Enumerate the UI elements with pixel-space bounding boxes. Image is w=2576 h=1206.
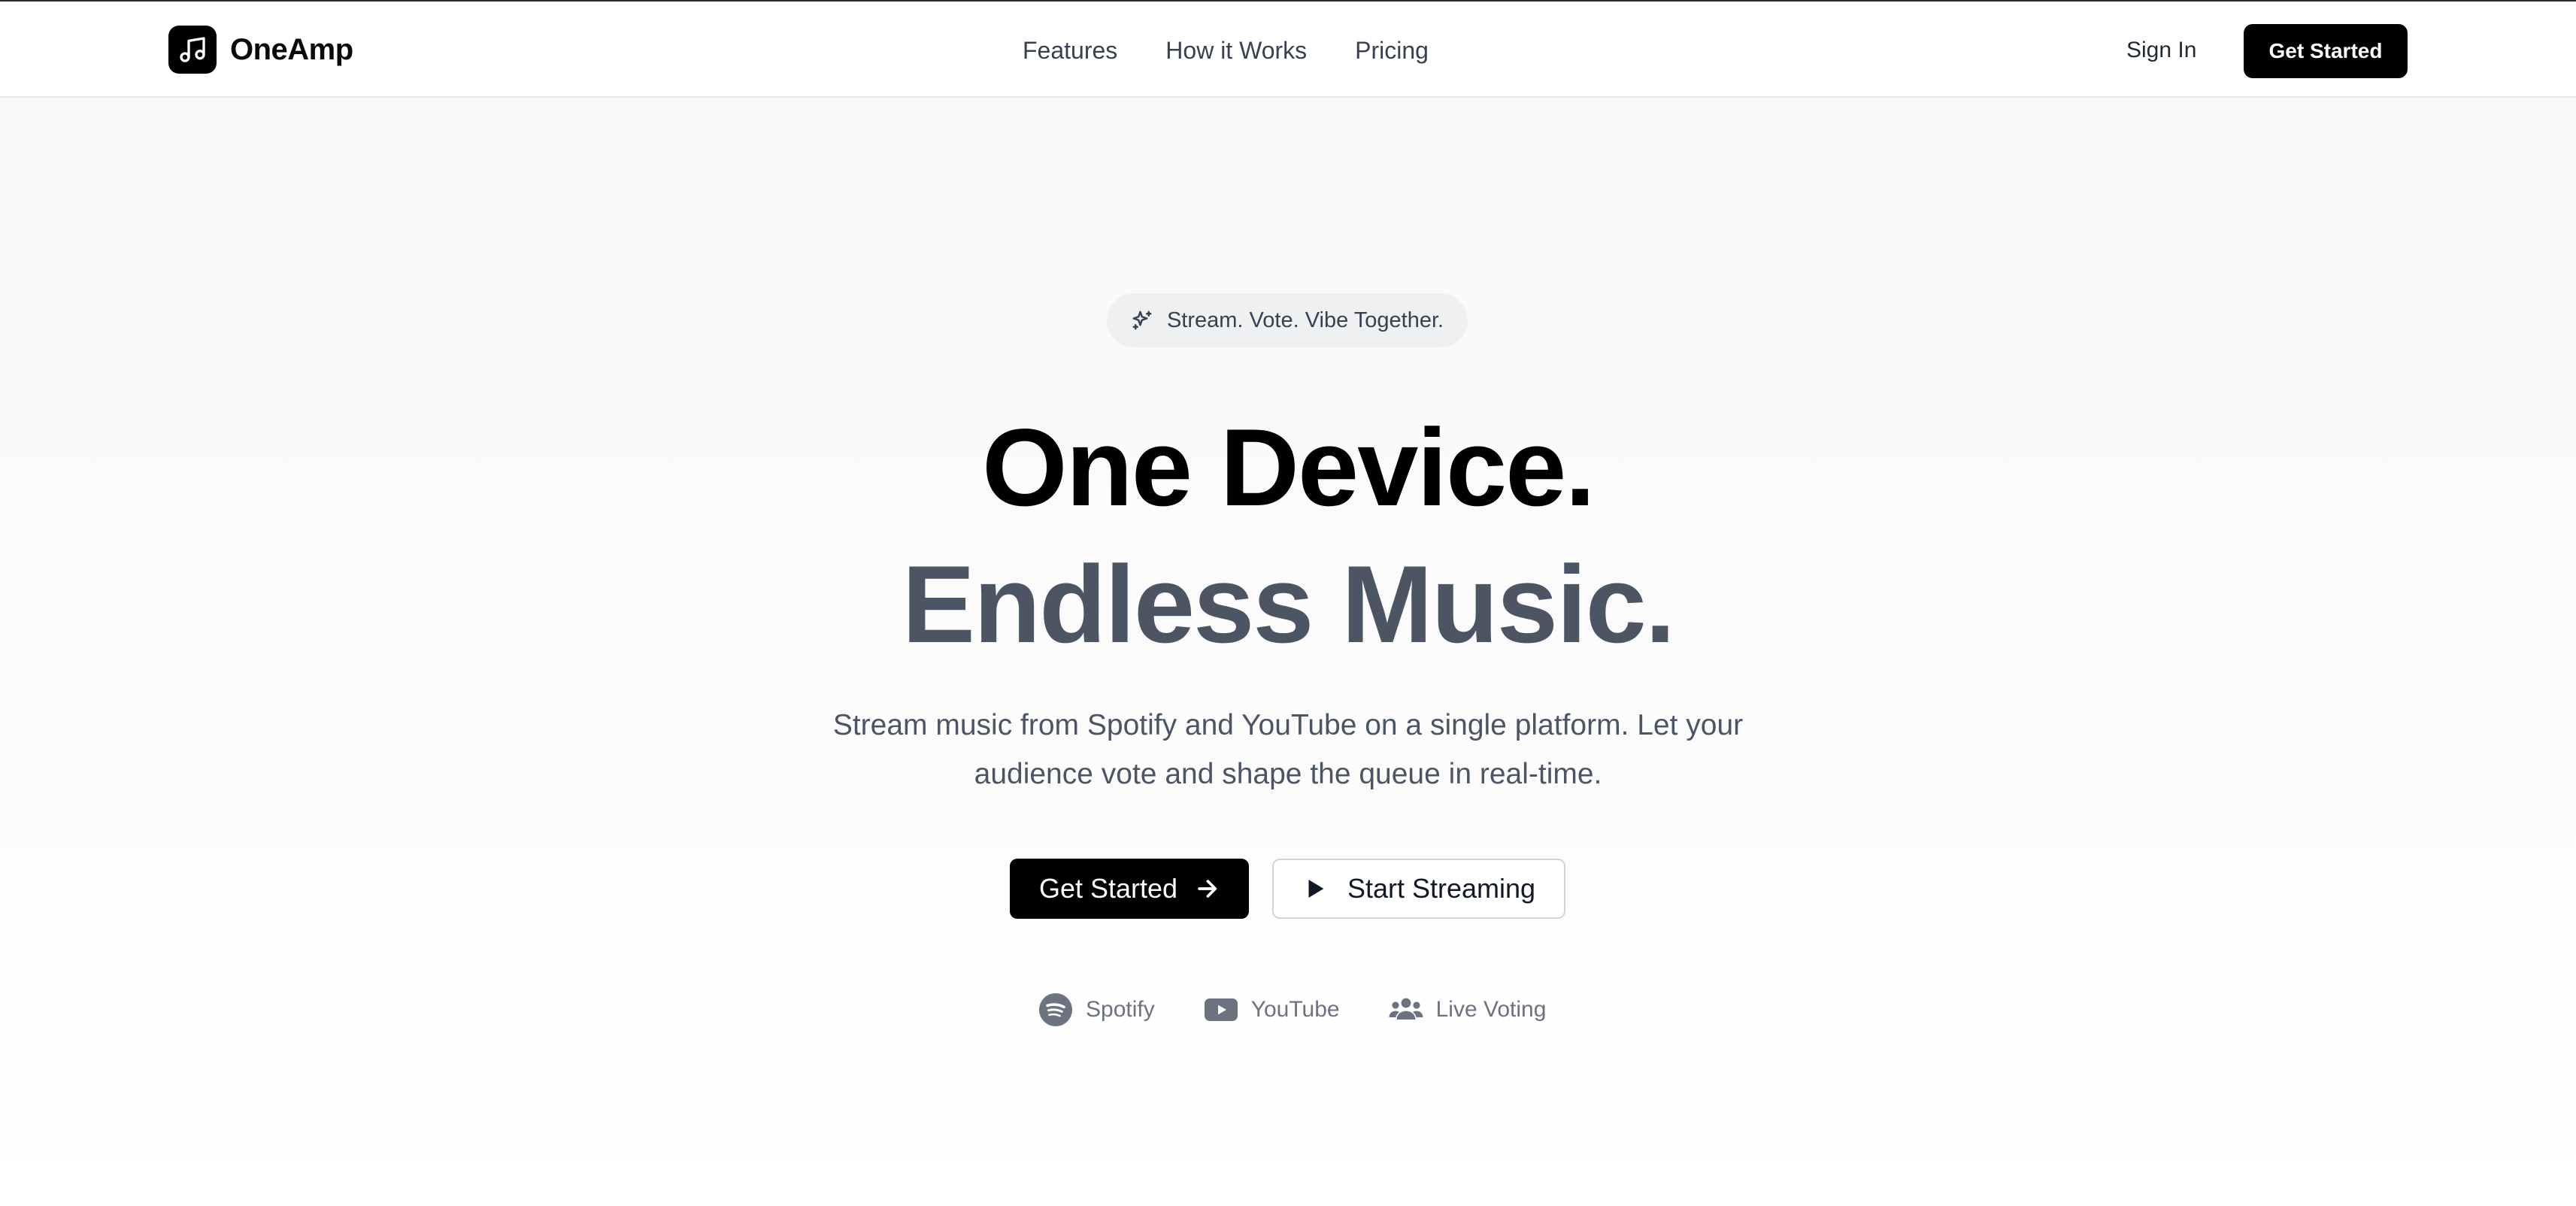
nav-link-features[interactable]: Features (1023, 37, 1117, 65)
brand-logo-link[interactable]: OneAmp (168, 26, 353, 74)
feature-youtube: YouTube (1203, 992, 1340, 1028)
arrow-right-icon (1194, 876, 1220, 901)
tagline-badge: Stream. Vote. Vibe Together. (1107, 293, 1468, 347)
nav-link-how-it-works[interactable]: How it Works (1165, 37, 1307, 65)
hero-get-started-label: Get Started (1038, 873, 1178, 904)
youtube-icon (1203, 992, 1239, 1028)
landing-page: OneAmp Features How it Works Pricing Sig… (0, 0, 2576, 1206)
start-streaming-label: Start Streaming (1347, 873, 1536, 904)
integrations-row: Spotify YouTube Live Voting (1038, 989, 1546, 1030)
play-icon (1302, 876, 1328, 901)
feature-label-youtube: YouTube (1250, 997, 1340, 1022)
hero-section: Stream. Vote. Vibe Together. One Device.… (0, 99, 2576, 1206)
top-navigation-bar: OneAmp Features How it Works Pricing Sig… (0, 2, 2576, 98)
hero-description: Stream music from Spotify and YouTube on… (832, 709, 1744, 790)
header-get-started-button[interactable]: Get Started (2244, 24, 2408, 78)
start-streaming-button[interactable]: Start Streaming (1272, 859, 1565, 919)
users-icon (1388, 992, 1424, 1028)
tagline-text: Stream. Vote. Vibe Together. (1166, 308, 1444, 332)
primary-nav: Features How it Works Pricing (1023, 32, 1429, 69)
hero-get-started-button[interactable]: Get Started (1010, 859, 1249, 919)
spotify-icon (1038, 992, 1074, 1028)
feature-spotify: Spotify (1038, 992, 1155, 1028)
sign-in-link[interactable]: Sign In (2126, 32, 2196, 69)
nav-link-pricing[interactable]: Pricing (1355, 37, 1429, 65)
feature-live-voting: Live Voting (1388, 992, 1547, 1028)
headline-primary: One Device. (982, 406, 1596, 529)
sparkles-icon (1131, 309, 1153, 332)
feature-label-live-voting: Live Voting (1435, 997, 1547, 1022)
headline-secondary: Endless Music. (902, 543, 1676, 665)
music-note-icon (168, 26, 217, 74)
feature-label-spotify: Spotify (1086, 997, 1155, 1022)
brand-name: OneAmp (230, 32, 353, 66)
